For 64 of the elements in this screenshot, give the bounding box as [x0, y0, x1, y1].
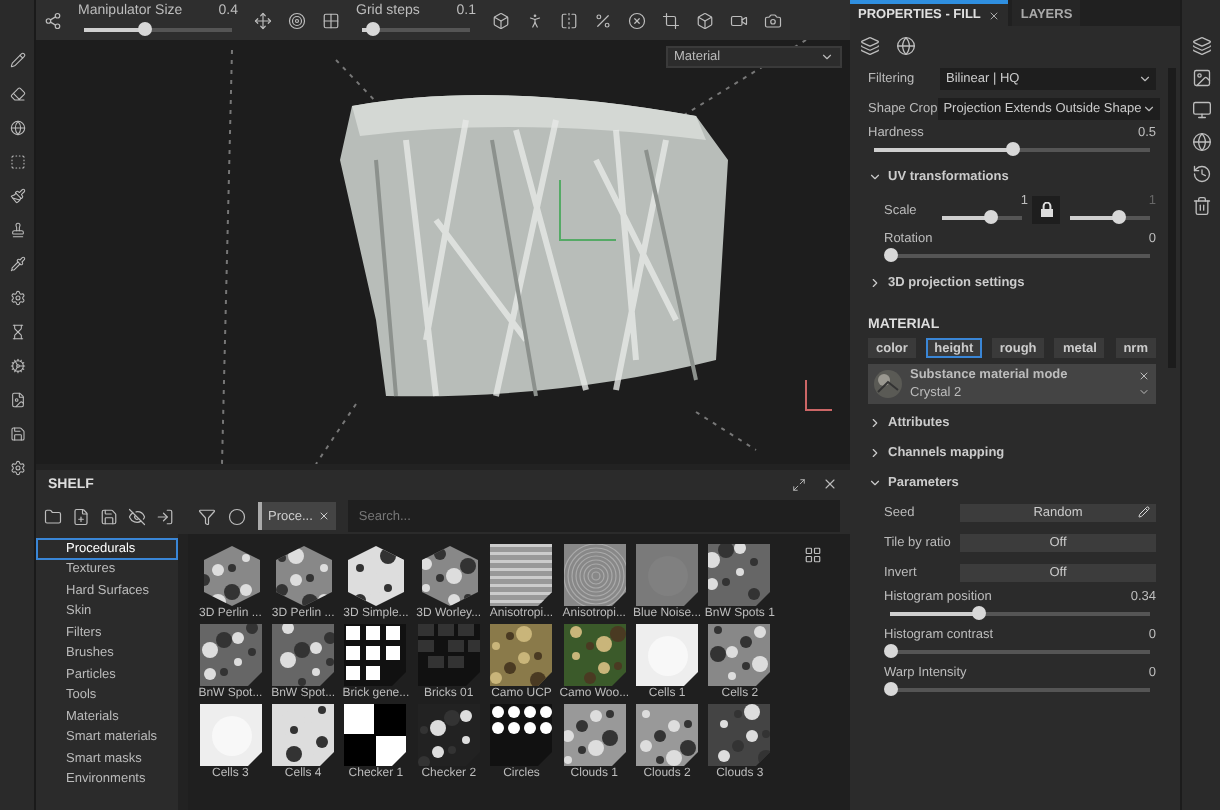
slider-thumb[interactable]	[1112, 210, 1126, 224]
percent-icon[interactable]	[594, 11, 612, 29]
sphere-icon[interactable]	[896, 36, 916, 56]
lock-button[interactable]	[1032, 196, 1060, 224]
tool-icon[interactable]	[9, 324, 25, 340]
slider-thumb[interactable]	[884, 644, 898, 658]
caret-icon[interactable]	[868, 169, 882, 183]
panel-icon[interactable]	[1191, 132, 1211, 152]
slider-thumb[interactable]	[884, 682, 898, 696]
close-icon[interactable]	[988, 9, 1001, 21]
slider-thumb[interactable]	[984, 210, 998, 224]
panel-icon[interactable]	[1191, 100, 1211, 120]
filter-icon[interactable]	[198, 507, 216, 525]
lock-icon	[1039, 202, 1053, 218]
hidden-icon[interactable]	[128, 507, 146, 525]
tool-icon[interactable]	[9, 290, 25, 306]
tool-icon[interactable]	[9, 86, 25, 102]
caret-icon	[1141, 101, 1156, 115]
slider-thumb[interactable]	[884, 248, 898, 262]
camera-icon[interactable]	[764, 11, 782, 29]
cube-icon[interactable]	[696, 11, 714, 29]
circle-icon[interactable]	[228, 507, 246, 525]
slider-thumb[interactable]	[137, 21, 152, 35]
caret-icon[interactable]	[868, 475, 882, 489]
caret-icon	[1138, 71, 1152, 85]
panel-icon[interactable]	[1191, 164, 1211, 184]
tool-icon[interactable]	[9, 358, 25, 374]
panel-icon[interactable]	[1191, 68, 1211, 88]
tool-icon[interactable]	[9, 120, 25, 136]
grid-view-icon[interactable]	[804, 546, 822, 564]
figure-icon[interactable]	[526, 11, 544, 29]
move-icon[interactable]	[254, 11, 272, 29]
folder-icon[interactable]	[44, 507, 62, 525]
slider-thumb[interactable]	[366, 21, 381, 35]
caret-icon[interactable]	[868, 415, 882, 429]
grid-icon[interactable]	[322, 11, 340, 29]
pencil-icon[interactable]	[1138, 505, 1150, 517]
circle-x-icon[interactable]	[628, 11, 646, 29]
panel-icon[interactable]	[1191, 196, 1211, 216]
caret-icon[interactable]	[868, 445, 882, 459]
close-icon[interactable]	[822, 476, 838, 492]
target-icon[interactable]	[288, 11, 306, 29]
tool-icon[interactable]	[9, 188, 25, 204]
frame-icon[interactable]	[662, 11, 680, 29]
tool-icon[interactable]	[9, 52, 25, 68]
close-icon[interactable]	[318, 510, 331, 522]
cube-icon[interactable]	[492, 11, 510, 29]
mirror-icon[interactable]	[560, 11, 578, 29]
close-icon[interactable]	[1138, 370, 1150, 382]
import-icon[interactable]	[156, 507, 174, 525]
tool-icon[interactable]	[9, 426, 25, 442]
caret-icon[interactable]	[868, 275, 882, 289]
tool-icon[interactable]	[9, 392, 25, 408]
slider-thumb[interactable]	[972, 606, 987, 620]
new-file-icon[interactable]	[72, 507, 90, 525]
caret-icon	[820, 50, 834, 64]
tool-icon[interactable]	[9, 222, 25, 238]
tool-icon[interactable]	[9, 256, 25, 272]
tool-icon[interactable]	[9, 460, 25, 476]
slider-thumb[interactable]	[1006, 142, 1020, 156]
maximize-icon[interactable]	[792, 477, 806, 491]
panel-icon[interactable]	[1191, 36, 1211, 56]
save-icon[interactable]	[100, 507, 118, 525]
video-camera-icon[interactable]	[730, 11, 748, 29]
